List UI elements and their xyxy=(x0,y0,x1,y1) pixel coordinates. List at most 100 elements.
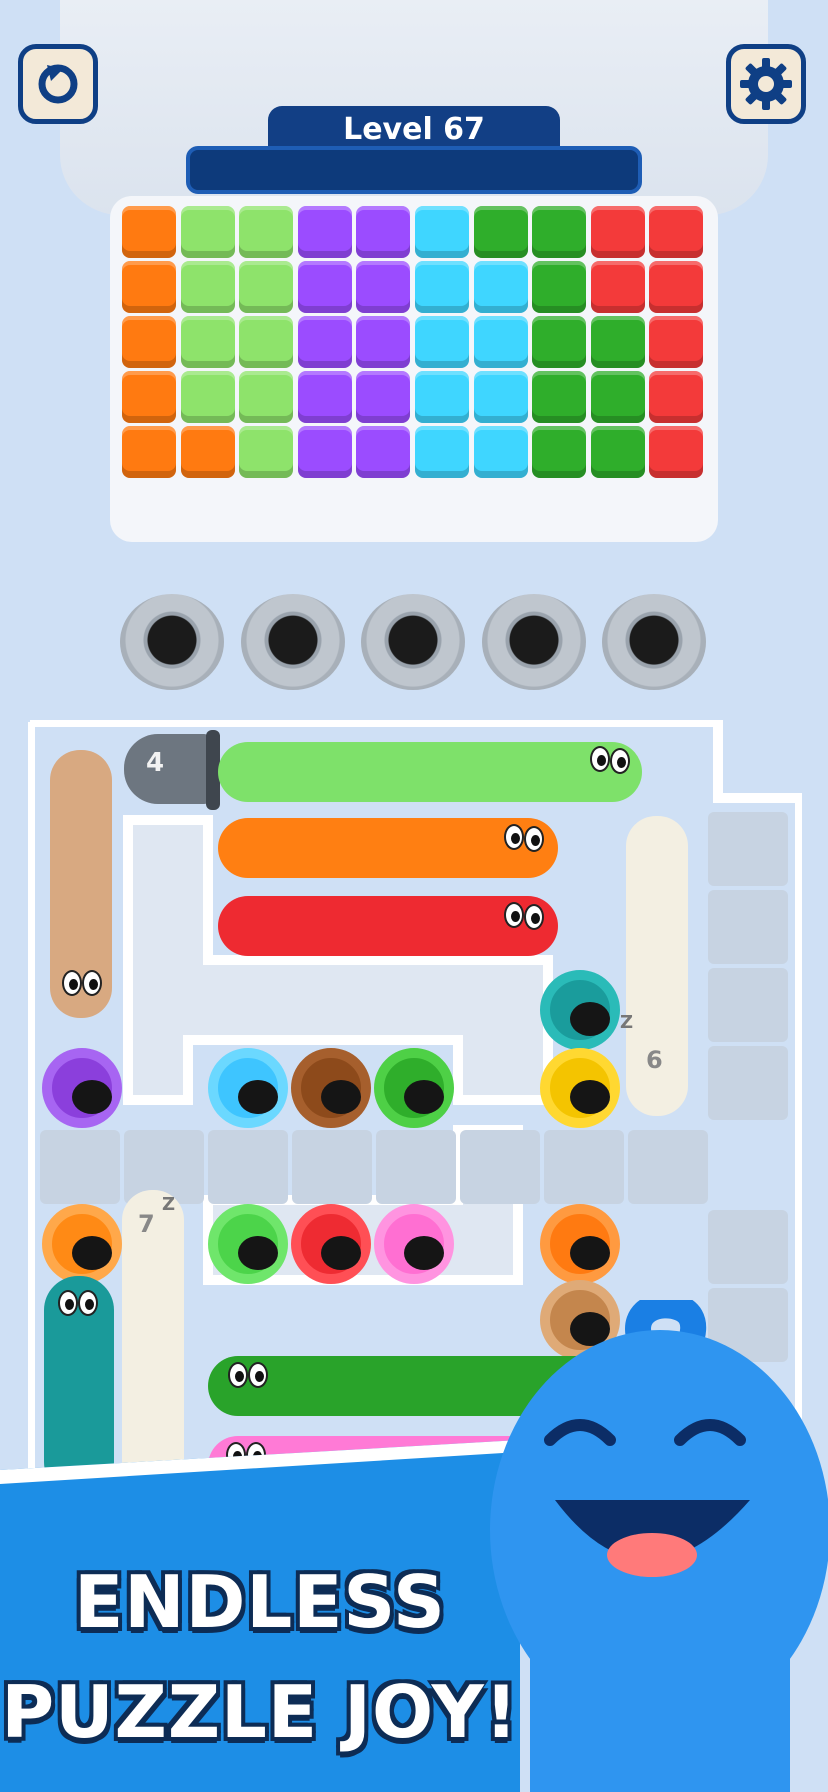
brown-ring-hole xyxy=(291,1048,371,1128)
promo-headline-line2: PUZZLE JOY! xyxy=(1,1670,519,1754)
green-ring-hole xyxy=(374,1048,454,1128)
block-cell xyxy=(297,206,352,258)
block-cell xyxy=(180,261,235,313)
block-cell xyxy=(239,261,294,313)
orange-ring-hole xyxy=(42,1204,122,1284)
floor-tile xyxy=(708,812,788,886)
red-ring-hole xyxy=(291,1204,371,1284)
cyan-ring-hole xyxy=(208,1048,288,1128)
collector-hole xyxy=(481,594,586,690)
block-cell xyxy=(239,316,294,368)
worm-eye xyxy=(524,904,544,930)
block-cell xyxy=(297,371,352,423)
orange-ring-hole-2 xyxy=(540,1204,620,1284)
block-cell xyxy=(356,206,411,258)
restart-icon xyxy=(38,64,78,104)
worm-eye xyxy=(504,824,524,850)
block-cell xyxy=(180,371,235,423)
block-cell xyxy=(532,206,587,258)
sleep-z-icon: Z xyxy=(620,1012,634,1033)
worm-eye xyxy=(610,748,630,774)
block-board xyxy=(122,196,708,528)
worm-eye xyxy=(82,970,102,996)
block-cell xyxy=(239,206,294,258)
worm-eye xyxy=(228,1362,248,1388)
block-cell xyxy=(122,371,176,423)
collector-hole xyxy=(240,594,345,690)
block-cell xyxy=(415,371,469,423)
restart-button[interactable] xyxy=(18,44,98,124)
worm-eye xyxy=(590,746,610,772)
block-cell xyxy=(180,316,235,368)
worm-eye xyxy=(504,902,524,928)
floor-tile xyxy=(544,1130,624,1204)
block-cell xyxy=(532,261,587,313)
block-cell xyxy=(473,371,528,423)
settings-button[interactable] xyxy=(726,44,806,124)
worm-eye xyxy=(524,826,544,852)
block-cell xyxy=(532,371,587,423)
pipe-count: 4 xyxy=(146,748,165,778)
block-cell xyxy=(356,316,411,368)
block-cell xyxy=(415,316,469,368)
collector-hole xyxy=(602,594,706,690)
block-cell xyxy=(649,206,704,258)
block-cell xyxy=(415,261,469,313)
floor-tile xyxy=(292,1130,372,1204)
sleep-z-icon: Z xyxy=(162,1194,176,1215)
teal-ring-hole xyxy=(540,970,620,1050)
block-cell xyxy=(590,426,645,478)
block-cell xyxy=(590,261,645,313)
block-cell xyxy=(649,261,704,313)
lime-ring-hole xyxy=(208,1204,288,1284)
block-cell xyxy=(473,261,528,313)
worm-eye xyxy=(62,970,82,996)
sleeping-worm-six-count: 6 xyxy=(646,1046,663,1074)
block-cell xyxy=(649,426,704,478)
block-cell xyxy=(122,426,176,478)
block-cell xyxy=(356,261,411,313)
block-cell xyxy=(122,316,176,368)
block-cell xyxy=(239,371,294,423)
floor-tile xyxy=(40,1130,120,1204)
green-worm[interactable] xyxy=(218,742,642,802)
block-cell xyxy=(297,426,352,478)
block-cell xyxy=(122,206,176,258)
collector-hole xyxy=(120,594,224,690)
gear-icon xyxy=(740,58,792,110)
block-cell xyxy=(122,261,176,313)
block-cell xyxy=(649,316,704,368)
block-cell xyxy=(356,371,411,423)
floor-tile xyxy=(460,1130,540,1204)
floor-tile xyxy=(708,1210,788,1284)
pink-ring-hole xyxy=(374,1204,454,1284)
block-cell xyxy=(473,426,528,478)
yellow-ring-hole xyxy=(540,1048,620,1128)
floor-tile xyxy=(628,1130,708,1204)
red-worm[interactable] xyxy=(218,896,558,956)
block-cell xyxy=(590,371,645,423)
tan-worm[interactable] xyxy=(50,750,112,1018)
orange-worm[interactable] xyxy=(218,818,558,878)
block-cell xyxy=(415,426,469,478)
sleeping-worm-six[interactable]: 6 Z xyxy=(620,816,688,1116)
worm-eye xyxy=(248,1362,268,1388)
block-cell xyxy=(180,206,235,258)
floor-tile xyxy=(708,1046,788,1120)
block-cell xyxy=(532,426,587,478)
block-cell xyxy=(590,316,645,368)
block-cell xyxy=(590,206,645,258)
worm-eye xyxy=(58,1290,78,1316)
block-cell xyxy=(532,316,587,368)
block-cell xyxy=(356,426,411,478)
block-cell xyxy=(649,371,704,423)
floor-tile xyxy=(208,1130,288,1204)
block-cell xyxy=(415,206,469,258)
block-cell xyxy=(297,261,352,313)
block-cell xyxy=(473,316,528,368)
collector-hole xyxy=(361,594,465,690)
worm-eye xyxy=(78,1290,98,1316)
promo-headline-line1: ENDLESS xyxy=(74,1560,446,1644)
level-progress-bar xyxy=(186,146,642,194)
block-cell xyxy=(239,426,294,478)
